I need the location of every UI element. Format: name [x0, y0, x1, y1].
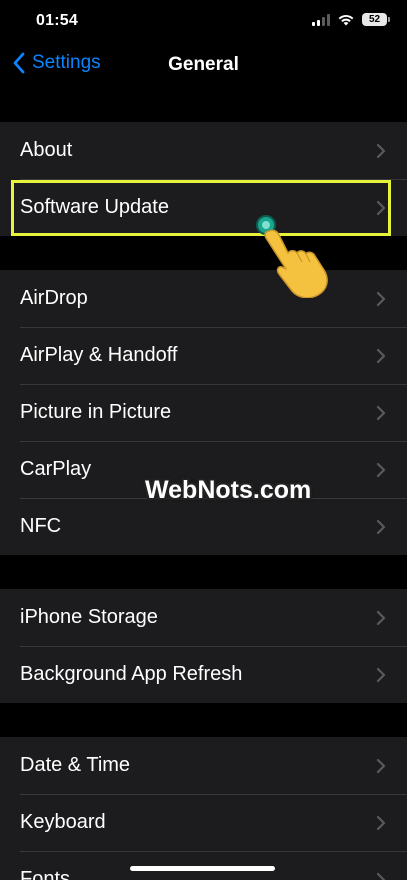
cellular-signal-icon [312, 13, 330, 26]
row-label: Fonts [20, 868, 71, 880]
row-about[interactable]: About [0, 122, 407, 179]
pointing-hand-icon [256, 215, 328, 298]
chevron-right-icon [376, 872, 386, 880]
watermark: WebNots.com [145, 476, 312, 504]
row-picture-in-picture[interactable]: Picture in Picture [0, 384, 407, 441]
chevron-right-icon [376, 519, 386, 534]
row-label: AirPlay & Handoff [20, 344, 178, 366]
status-time: 01:54 [36, 12, 78, 29]
status-bar: 01:54 52 [0, 0, 407, 44]
page-title: General [168, 54, 239, 75]
wifi-icon [338, 14, 354, 26]
status-icons: 52 [312, 13, 390, 26]
settings-group-storage: iPhone Storage Background App Refresh [0, 589, 407, 703]
row-keyboard[interactable]: Keyboard [0, 794, 407, 851]
chevron-right-icon [376, 610, 386, 625]
row-airplay-handoff[interactable]: AirPlay & Handoff [0, 327, 407, 384]
row-label: Date & Time [20, 754, 131, 776]
chevron-right-icon [376, 291, 386, 306]
chevron-right-icon [376, 667, 386, 682]
row-label: NFC [20, 515, 62, 537]
row-iphone-storage[interactable]: iPhone Storage [0, 589, 407, 646]
battery-level: 52 [368, 14, 381, 25]
row-label: AirDrop [20, 287, 88, 309]
row-nfc[interactable]: NFC [0, 498, 407, 555]
row-airdrop[interactable]: AirDrop [0, 270, 407, 327]
chevron-right-icon [376, 405, 386, 420]
row-label: CarPlay [20, 458, 92, 480]
chevron-right-icon [376, 143, 386, 158]
home-indicator[interactable] [130, 866, 275, 871]
chevron-right-icon [376, 348, 386, 363]
row-date-time[interactable]: Date & Time [0, 737, 407, 794]
chevron-right-icon [376, 815, 386, 830]
row-label: Background App Refresh [20, 663, 243, 685]
row-label: Picture in Picture [20, 401, 172, 423]
settings-group-connectivity: AirDrop AirPlay & Handoff Picture in Pic… [0, 270, 407, 555]
row-label: About [20, 139, 73, 161]
settings-group-preferences: Date & Time Keyboard Fonts [0, 737, 407, 880]
row-background-app-refresh[interactable]: Background App Refresh [0, 646, 407, 703]
row-label: iPhone Storage [20, 606, 158, 628]
chevron-right-icon [376, 462, 386, 477]
battery-icon: 52 [362, 13, 390, 26]
row-label: Keyboard [20, 811, 106, 833]
chevron-right-icon [376, 758, 386, 773]
navigation-bar: Settings General [0, 44, 407, 88]
highlight-box [11, 180, 391, 236]
